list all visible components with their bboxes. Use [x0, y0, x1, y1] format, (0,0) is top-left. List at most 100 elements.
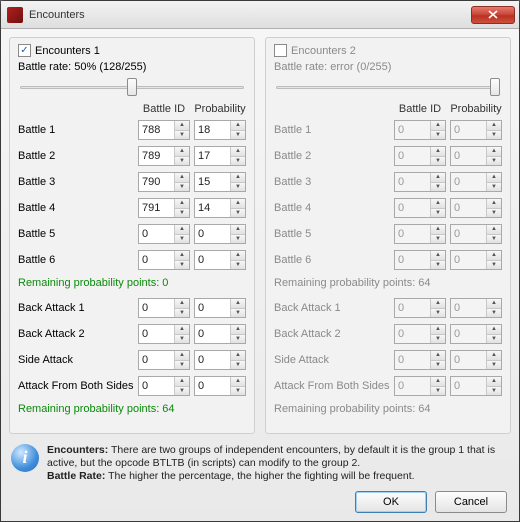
spinbox[interactable]: 15▲▼ [194, 172, 246, 192]
spinbox-value[interactable]: 0 [195, 299, 230, 317]
spin-up-icon[interactable]: ▲ [175, 173, 189, 183]
spin-down-icon[interactable]: ▼ [487, 209, 501, 218]
spinbox[interactable]: 0▲▼ [450, 146, 502, 166]
spin-up-icon[interactable]: ▲ [431, 299, 445, 309]
spinbox-value[interactable]: 0 [195, 225, 230, 243]
spinbox-value[interactable]: 0 [395, 377, 430, 395]
spin-down-icon[interactable]: ▼ [487, 361, 501, 370]
spin-up-icon[interactable]: ▲ [487, 325, 501, 335]
spinbox[interactable]: 788▲▼ [138, 120, 190, 140]
spin-up-icon[interactable]: ▲ [175, 299, 189, 309]
spinbox[interactable]: 0▲▼ [394, 224, 446, 244]
spinbox-value[interactable]: 0 [195, 325, 230, 343]
spin-up-icon[interactable]: ▲ [431, 173, 445, 183]
spinbox[interactable]: 0▲▼ [194, 376, 246, 396]
spin-down-icon[interactable]: ▼ [231, 387, 245, 396]
spin-up-icon[interactable]: ▲ [175, 147, 189, 157]
spin-down-icon[interactable]: ▼ [431, 235, 445, 244]
spinbox[interactable]: 14▲▼ [194, 198, 246, 218]
spinbox-value[interactable]: 0 [451, 351, 486, 369]
spin-down-icon[interactable]: ▼ [175, 361, 189, 370]
cancel-button[interactable]: Cancel [435, 491, 507, 513]
spin-up-icon[interactable]: ▲ [231, 147, 245, 157]
spin-down-icon[interactable]: ▼ [175, 183, 189, 192]
spin-up-icon[interactable]: ▲ [231, 121, 245, 131]
spin-down-icon[interactable]: ▼ [431, 209, 445, 218]
spin-up-icon[interactable]: ▲ [487, 377, 501, 387]
spin-up-icon[interactable]: ▲ [231, 225, 245, 235]
spin-up-icon[interactable]: ▲ [175, 251, 189, 261]
slider-thumb[interactable] [127, 78, 137, 96]
spinbox[interactable]: 0▲▼ [194, 298, 246, 318]
battle-rate-2-slider[interactable] [274, 75, 502, 99]
spin-up-icon[interactable]: ▲ [431, 351, 445, 361]
spinbox-value[interactable]: 0 [395, 199, 430, 217]
spin-up-icon[interactable]: ▲ [431, 325, 445, 335]
spin-down-icon[interactable]: ▼ [487, 309, 501, 318]
spinbox-value[interactable]: 0 [451, 325, 486, 343]
spin-down-icon[interactable]: ▼ [231, 209, 245, 218]
spinbox[interactable]: 0▲▼ [394, 376, 446, 396]
spinbox[interactable]: 0▲▼ [394, 198, 446, 218]
spin-down-icon[interactable]: ▼ [431, 261, 445, 270]
spinbox[interactable]: 0▲▼ [450, 250, 502, 270]
spinbox[interactable]: 0▲▼ [394, 172, 446, 192]
spin-down-icon[interactable]: ▼ [231, 335, 245, 344]
spinbox[interactable]: 0▲▼ [450, 224, 502, 244]
spin-down-icon[interactable]: ▼ [175, 131, 189, 140]
spinbox[interactable]: 0▲▼ [394, 120, 446, 140]
spinbox[interactable]: 0▲▼ [450, 172, 502, 192]
spin-down-icon[interactable]: ▼ [431, 157, 445, 166]
spin-down-icon[interactable]: ▼ [175, 209, 189, 218]
spinbox-value[interactable]: 0 [395, 121, 430, 139]
spin-down-icon[interactable]: ▼ [431, 309, 445, 318]
spin-down-icon[interactable]: ▼ [175, 387, 189, 396]
spinbox[interactable]: 0▲▼ [450, 324, 502, 344]
spin-down-icon[interactable]: ▼ [431, 361, 445, 370]
spinbox-value[interactable]: 0 [451, 121, 486, 139]
spinbox[interactable]: 0▲▼ [450, 298, 502, 318]
spinbox-value[interactable]: 0 [139, 225, 174, 243]
spin-down-icon[interactable]: ▼ [431, 131, 445, 140]
spin-down-icon[interactable]: ▼ [231, 235, 245, 244]
spinbox[interactable]: 0▲▼ [194, 350, 246, 370]
spin-up-icon[interactable]: ▲ [487, 351, 501, 361]
spinbox[interactable]: 18▲▼ [194, 120, 246, 140]
spinbox-value[interactable]: 17 [195, 147, 230, 165]
spin-down-icon[interactable]: ▼ [431, 335, 445, 344]
spin-up-icon[interactable]: ▲ [431, 377, 445, 387]
spinbox-value[interactable]: 0 [395, 147, 430, 165]
spinbox-value[interactable]: 0 [139, 299, 174, 317]
spinbox[interactable]: 0▲▼ [394, 350, 446, 370]
spin-down-icon[interactable]: ▼ [231, 261, 245, 270]
encounters-2-checkbox[interactable] [274, 44, 287, 57]
spinbox-value[interactable]: 14 [195, 199, 230, 217]
spin-up-icon[interactable]: ▲ [231, 325, 245, 335]
spin-down-icon[interactable]: ▼ [487, 387, 501, 396]
battle-rate-1-slider[interactable] [18, 75, 246, 99]
spinbox-value[interactable]: 790 [139, 173, 174, 191]
spinbox-value[interactable]: 0 [451, 377, 486, 395]
spin-up-icon[interactable]: ▲ [175, 377, 189, 387]
spin-up-icon[interactable]: ▲ [175, 225, 189, 235]
spinbox-value[interactable]: 0 [139, 251, 174, 269]
spinbox[interactable]: 0▲▼ [138, 350, 190, 370]
spinbox-value[interactable]: 0 [395, 173, 430, 191]
spinbox[interactable]: 0▲▼ [394, 146, 446, 166]
spinbox[interactable]: 17▲▼ [194, 146, 246, 166]
spinbox[interactable]: 789▲▼ [138, 146, 190, 166]
spinbox[interactable]: 0▲▼ [138, 324, 190, 344]
spin-down-icon[interactable]: ▼ [231, 157, 245, 166]
spinbox[interactable]: 0▲▼ [138, 224, 190, 244]
spin-up-icon[interactable]: ▲ [175, 199, 189, 209]
spin-up-icon[interactable]: ▲ [231, 299, 245, 309]
spin-up-icon[interactable]: ▲ [175, 121, 189, 131]
spinbox-value[interactable]: 0 [139, 377, 174, 395]
spinbox[interactable]: 0▲▼ [138, 298, 190, 318]
spinbox[interactable]: 0▲▼ [394, 324, 446, 344]
spinbox[interactable]: 791▲▼ [138, 198, 190, 218]
spin-up-icon[interactable]: ▲ [487, 225, 501, 235]
spinbox-value[interactable]: 18 [195, 121, 230, 139]
spin-down-icon[interactable]: ▼ [487, 261, 501, 270]
spin-up-icon[interactable]: ▲ [431, 199, 445, 209]
